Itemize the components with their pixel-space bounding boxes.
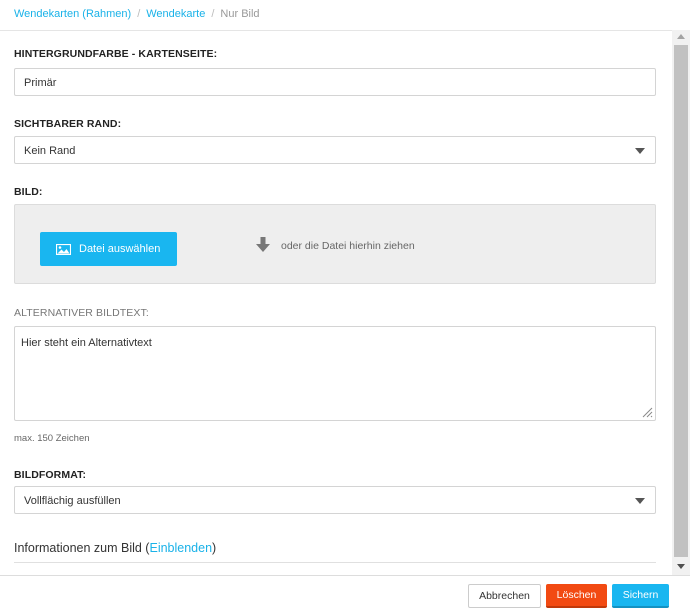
image-format-value: Vollflächig ausfüllen [24, 495, 121, 507]
show-image-info-link[interactable]: Einblenden [149, 541, 212, 555]
image-format-label: BILDFORMAT: [14, 469, 87, 481]
background-color-field[interactable]: Primär [14, 68, 656, 96]
section-divider [14, 562, 656, 563]
background-color-label: HINTERGRUNDFARBE - KARTENSEITE: [14, 48, 218, 60]
visible-border-value: Kein Rand [24, 145, 76, 157]
arrow-down-icon [255, 237, 271, 253]
visible-border-select[interactable]: Kein Rand [14, 136, 656, 164]
breadcrumb-link-wendekarten-rahmen[interactable]: Wendekarten (Rahmen) [14, 8, 131, 20]
image-info-prefix: Informationen zum Bild ( [14, 541, 150, 555]
breadcrumb-link-wendekarte[interactable]: Wendekarte [146, 8, 205, 20]
alt-text-char-limit: max. 150 Zeichen [14, 433, 90, 444]
breadcrumb-current: Nur Bild [220, 8, 260, 20]
image-format-select[interactable]: Vollflächig ausfüllen [14, 486, 656, 514]
header-divider [0, 30, 672, 31]
background-color-value: Primär [24, 77, 57, 89]
image-dropzone[interactable]: Datei auswählen oder die Datei hierhin z… [14, 204, 656, 284]
breadcrumb-separator: / [137, 8, 141, 20]
scrollbar-thumb[interactable] [674, 45, 688, 557]
vertical-scrollbar[interactable] [672, 30, 690, 575]
image-info-toggle: Informationen zum Bild (Einblenden) [14, 541, 216, 555]
cancel-button[interactable]: Abbrechen [468, 584, 541, 608]
visible-border-label: SICHTBARER RAND: [14, 118, 122, 130]
image-info-suffix: ) [212, 541, 217, 555]
breadcrumb-separator: / [211, 8, 215, 20]
alt-text-label: ALTERNATIVER BILDTEXT: [14, 307, 149, 319]
select-file-button[interactable]: Datei auswählen [40, 232, 177, 266]
select-file-label: Datei auswählen [79, 243, 161, 255]
alt-text-value: Hier steht ein Alternativtext [21, 337, 152, 349]
dropdown-caret-icon [635, 148, 645, 154]
scroll-down-arrow-icon[interactable] [677, 564, 685, 569]
delete-button[interactable]: Löschen [546, 584, 607, 608]
breadcrumb: Wendekarten (Rahmen) / Wendekarte / Nur Bild [14, 8, 260, 20]
scroll-up-arrow-icon[interactable] [677, 34, 685, 39]
image-label: BILD: [14, 186, 43, 198]
image-icon [56, 243, 71, 255]
drop-hint-text: oder die Datei hierhin ziehen [281, 240, 415, 252]
alt-text-textarea[interactable]: Hier steht ein Alternativtext [14, 326, 656, 421]
resize-handle-icon[interactable] [641, 406, 653, 418]
dialog-footer: Abbrechen Löschen Sichern [0, 575, 690, 612]
save-button[interactable]: Sichern [612, 584, 669, 608]
dropdown-caret-icon [635, 498, 645, 504]
